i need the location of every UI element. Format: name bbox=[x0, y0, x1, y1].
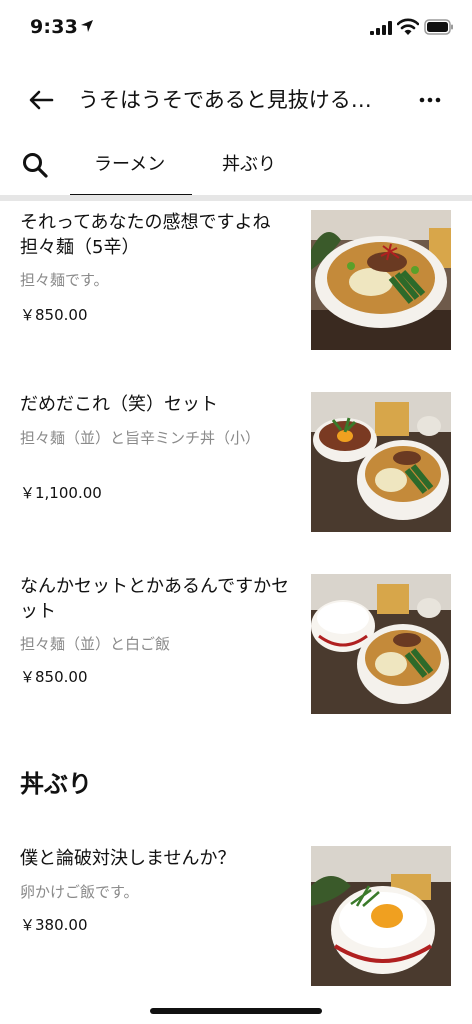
item-price: ￥850.00 bbox=[20, 306, 88, 324]
item-price: ￥850.00 bbox=[20, 668, 88, 686]
menu-item[interactable]: なんかセットとかあるんですかセット 担々麺（並）と白ご飯 ￥850.00 bbox=[0, 570, 472, 720]
menu-page: 9:33 うそはうそであると見抜ける… ラーメン 丼ぶり それってあなたの感想で… bbox=[0, 0, 472, 1024]
search-icon[interactable] bbox=[20, 150, 50, 180]
store-title: うそはうそであると見抜ける… bbox=[78, 88, 372, 112]
battery-icon bbox=[424, 19, 453, 35]
status-time: 9:33 bbox=[30, 16, 79, 38]
tab-divider bbox=[0, 195, 472, 201]
signal-icon bbox=[370, 21, 392, 35]
tab-ramen[interactable]: ラーメン bbox=[94, 150, 165, 176]
location-arrow-icon bbox=[81, 20, 93, 32]
ramen-set-photo bbox=[311, 392, 451, 532]
item-name: 僕と論破対決しませんか？ bbox=[20, 848, 236, 869]
category-tabs: ラーメン 丼ぶり bbox=[0, 138, 472, 202]
header: うそはうそであると見抜ける… bbox=[0, 70, 472, 128]
menu-item[interactable]: 僕と論破対決しませんか？ 卵かけご飯です。 ￥380.00 bbox=[0, 842, 472, 992]
item-price: ￥380.00 bbox=[20, 916, 88, 934]
section-title-donburi: 丼ぶり bbox=[20, 770, 92, 798]
item-name: だめだこれ（笑）セット bbox=[20, 394, 218, 415]
item-price: ￥1,100.00 bbox=[20, 484, 102, 502]
item-description: 担々麺です。 bbox=[20, 271, 109, 289]
more-icon[interactable] bbox=[416, 86, 444, 114]
item-description: 卵かけご飯です。 bbox=[20, 883, 139, 901]
tab-donburi[interactable]: 丼ぶり bbox=[222, 150, 276, 176]
item-name: なんかセットとかあるんですかセット bbox=[20, 576, 290, 622]
item-name: それってあなたの感想ですよね担々麺（5辛） bbox=[20, 212, 271, 258]
status-bar: 9:33 bbox=[0, 0, 472, 56]
ramen-rice-set-photo bbox=[311, 574, 451, 714]
menu-item[interactable]: それってあなたの感想ですよね担々麺（5辛） 担々麺です。 ￥850.00 bbox=[0, 206, 472, 356]
item-description: 担々麺（並）と白ご飯 bbox=[20, 635, 171, 653]
egg-rice-photo bbox=[311, 846, 451, 986]
back-arrow-icon[interactable] bbox=[26, 86, 56, 114]
home-indicator[interactable] bbox=[150, 1008, 322, 1014]
menu-item[interactable]: だめだこれ（笑）セット 担々麺（並）と旨辛ミンチ丼（小） ￥1,100.00 bbox=[0, 388, 472, 538]
wifi-icon bbox=[397, 18, 419, 35]
ramen-photo bbox=[311, 210, 451, 350]
item-description: 担々麺（並）と旨辛ミンチ丼（小） bbox=[20, 429, 261, 447]
